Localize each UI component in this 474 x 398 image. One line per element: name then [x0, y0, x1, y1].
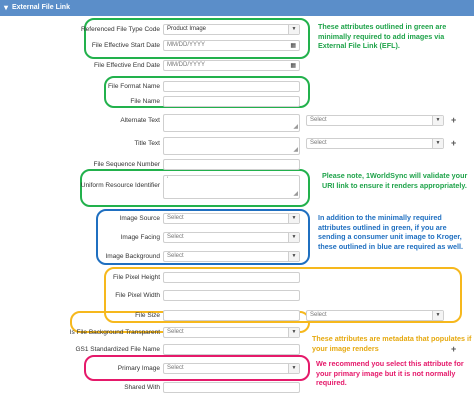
file-name-input[interactable]: [163, 96, 300, 107]
uri-textarea[interactable]: ' ◢: [163, 175, 300, 199]
effective-end-input[interactable]: MM/DD/YYYY ▦: [163, 60, 300, 71]
shared-with-input[interactable]: [163, 382, 300, 393]
chevron-down-icon: ▼: [288, 364, 299, 373]
resize-grip-icon[interactable]: ◢: [293, 191, 298, 197]
chevron-down-icon: ▼: [432, 139, 443, 148]
chevron-down-icon: ▼: [288, 233, 299, 242]
file-name-label: File Name: [130, 98, 160, 105]
bg-transparent-placeholder: Select: [167, 329, 184, 335]
primary-image-label: Primary Image: [117, 365, 160, 372]
alternate-text-label: Alternate Text: [120, 117, 160, 124]
sequence-number-label: File Sequence Number: [93, 161, 160, 168]
note-pink-primary: We recommend you select this attribute f…: [316, 359, 464, 387]
gs1-file-name-input[interactable]: [163, 344, 300, 355]
image-source-placeholder: Select: [167, 215, 184, 221]
chevron-down-icon: ▼: [288, 214, 299, 223]
file-size-unit-placeholder: Select: [310, 312, 327, 318]
gs1-file-name-label: GS1 Standardized File Name: [75, 346, 160, 353]
format-name-input[interactable]: [163, 81, 300, 92]
chevron-down-icon: ▼: [288, 252, 299, 261]
ref-file-type-select[interactable]: Product Image ▼: [163, 24, 300, 35]
resize-grip-icon[interactable]: ◢: [293, 124, 298, 130]
effective-start-input[interactable]: MM/DD/YYYY ▦: [163, 40, 300, 51]
section-header[interactable]: ▾ External File Link: [0, 0, 474, 16]
section-title: External File Link: [12, 4, 70, 11]
image-source-label: Image Source: [119, 215, 160, 222]
title-text-textarea[interactable]: ◢: [163, 137, 300, 155]
note-green-required: These attributes outlined in green are m…: [318, 22, 447, 50]
calendar-icon[interactable]: ▦: [290, 42, 296, 51]
pixel-width-label: File Pixel Width: [115, 292, 160, 299]
alternate-text-language-select[interactable]: Select ▼: [306, 115, 444, 126]
format-name-label: File Format Name: [107, 83, 160, 90]
title-text-label: Title Text: [134, 140, 160, 147]
bg-transparent-label: Is File Background Transparent: [69, 329, 160, 336]
alternate-text-select-placeholder: Select: [310, 117, 327, 123]
ref-file-type-label: Referenced File Type Code: [80, 26, 160, 33]
note-blue-kroger: In addition to the minimally required at…: [318, 213, 463, 251]
file-size-label: File Size: [135, 312, 160, 319]
image-facing-placeholder: Select: [167, 234, 184, 240]
title-text-select-placeholder: Select: [310, 140, 327, 146]
file-size-unit-select[interactable]: Select ▼: [306, 310, 444, 321]
calendar-icon[interactable]: ▦: [290, 62, 296, 71]
add-title-text-icon[interactable]: +: [451, 138, 456, 148]
title-text-language-select[interactable]: Select ▼: [306, 138, 444, 149]
effective-end-placeholder: MM/DD/YYYY: [167, 62, 206, 68]
uri-label: Uniform Resource Identifier: [80, 182, 160, 189]
chevron-down-icon: ▼: [288, 328, 299, 337]
effective-start-placeholder: MM/DD/YYYY: [167, 42, 206, 48]
image-background-placeholder: Select: [167, 253, 184, 259]
image-background-label: Image Background: [105, 253, 160, 260]
file-size-input[interactable]: [163, 310, 300, 321]
image-source-select[interactable]: Select ▼: [163, 213, 300, 224]
image-facing-select[interactable]: Select ▼: [163, 232, 300, 243]
add-alternate-text-icon[interactable]: +: [451, 115, 456, 125]
shared-with-label: Shared With: [124, 384, 160, 391]
alternate-text-textarea[interactable]: ◢: [163, 114, 300, 132]
resize-grip-icon[interactable]: ◢: [293, 147, 298, 153]
image-background-select[interactable]: Select ▼: [163, 251, 300, 262]
pixel-width-input[interactable]: [163, 290, 300, 301]
chevron-down-icon: ▼: [432, 116, 443, 125]
primary-image-placeholder: Select: [167, 365, 184, 371]
note-uri-validation: Please note, 1WorldSync will validate yo…: [322, 171, 468, 190]
effective-end-label: File Effective End Date: [94, 62, 160, 69]
collapse-icon[interactable]: ▾: [4, 3, 8, 12]
sequence-number-input[interactable]: [163, 159, 300, 170]
chevron-down-icon: ▼: [432, 311, 443, 320]
pixel-height-label: File Pixel Height: [113, 274, 160, 281]
effective-start-label: File Effective Start Date: [91, 42, 160, 49]
uri-value: ': [167, 177, 169, 183]
bg-transparent-select[interactable]: Select ▼: [163, 327, 300, 338]
ref-file-type-value: Product Image: [167, 26, 207, 32]
pixel-height-input[interactable]: [163, 272, 300, 283]
image-facing-label: Image Facing: [120, 234, 160, 241]
note-yellow-metadata: These attributes are metadata that popul…: [312, 334, 472, 353]
primary-image-select[interactable]: Select ▼: [163, 363, 300, 374]
chevron-down-icon: ▼: [288, 25, 299, 34]
